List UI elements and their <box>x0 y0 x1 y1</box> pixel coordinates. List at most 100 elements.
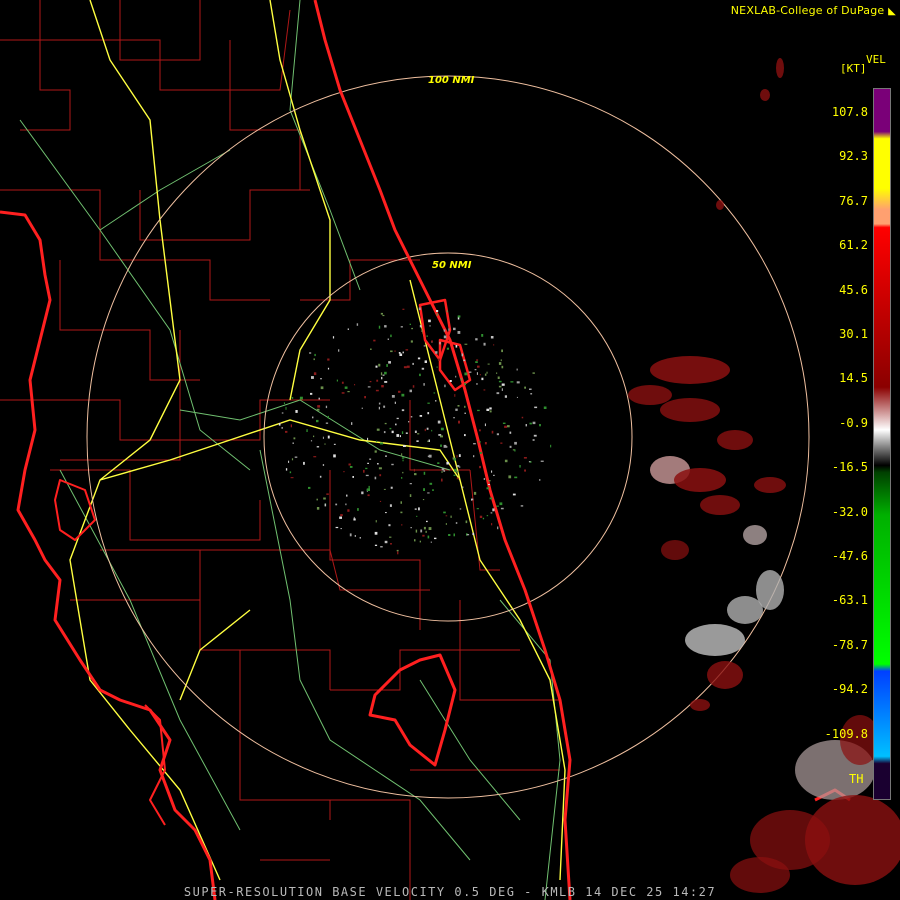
legend-tick: 61.2 <box>839 238 868 253</box>
credit-logo-icon: ◣ <box>888 6 896 17</box>
clutter-speckle <box>394 401 396 404</box>
clutter-speckle <box>348 463 351 466</box>
clutter-speckle <box>514 441 517 445</box>
clutter-speckle <box>481 334 484 337</box>
legend-tick: 92.3 <box>839 149 868 164</box>
clutter-speckle <box>417 357 421 360</box>
clutter-speckle <box>507 425 510 428</box>
clutter-speckle <box>416 440 419 442</box>
clutter-speckle <box>446 347 449 350</box>
legend-tick: -94.2 <box>831 682 868 697</box>
clutter-speckle <box>414 473 417 476</box>
clutter-speckle <box>519 465 521 468</box>
clutter-speckle <box>369 381 372 383</box>
clutter-speckle <box>380 372 383 376</box>
clutter-speckle <box>384 325 387 328</box>
clutter-speckle <box>324 503 327 507</box>
clutter-speckle <box>380 312 383 315</box>
clutter-speckle <box>317 405 321 408</box>
clutter-speckle <box>498 380 502 383</box>
clutter-speckle <box>521 416 524 419</box>
clutter-speckle <box>500 359 502 362</box>
clutter-speckle <box>472 532 475 536</box>
clutter-speckle <box>501 365 504 369</box>
clutter-speckle <box>436 366 438 368</box>
clutter-speckle <box>483 342 486 346</box>
clutter-speckle <box>479 465 481 469</box>
clutter-speckle <box>361 491 364 495</box>
clutter-speckle <box>464 412 466 414</box>
clutter-speckle <box>498 362 502 365</box>
clutter-speckle <box>306 429 308 432</box>
clutter-speckle <box>417 433 420 435</box>
clutter-speckle <box>443 329 446 332</box>
range-ring-label-100: 100 NMI <box>428 75 475 86</box>
clutter-speckle <box>453 327 456 331</box>
clutter-speckle <box>401 431 404 434</box>
clutter-speckle <box>384 422 387 425</box>
clutter-speckle <box>405 349 409 351</box>
clutter-speckle <box>374 544 378 546</box>
clutter-speckle <box>458 454 461 457</box>
clutter-speckle <box>391 395 395 398</box>
clutter-speckle <box>476 508 479 510</box>
clutter-speckle <box>285 430 288 433</box>
clutter-speckle <box>347 509 350 512</box>
clutter-speckle <box>491 523 493 526</box>
clutter-speckle <box>454 394 456 397</box>
clutter-speckle <box>356 323 359 326</box>
clutter-speckle <box>363 469 365 473</box>
clutter-speckle <box>365 467 368 470</box>
clutter-speckle <box>327 358 330 361</box>
clutter-speckle <box>367 386 371 388</box>
clutter-speckle <box>340 514 343 517</box>
clutter-speckle <box>532 372 535 374</box>
legend-tick: -63.1 <box>831 593 868 608</box>
clutter-speckle <box>290 424 292 428</box>
clutter-speckle <box>299 396 303 400</box>
clutter-speckle <box>290 477 294 479</box>
nexlab-credit: NEXLAB-College of DuPage ◣ <box>731 4 896 17</box>
clutter-speckle <box>479 451 482 454</box>
clutter-speckle <box>496 433 499 436</box>
clutter-speckle <box>349 466 353 468</box>
clutter-speckle <box>390 486 393 489</box>
clutter-speckle <box>472 499 474 502</box>
clutter-speckle <box>333 454 336 458</box>
clutter-speckle <box>464 383 466 386</box>
clutter-speckle <box>426 520 428 523</box>
clutter-speckle <box>525 424 527 427</box>
clutter-speckle <box>493 474 495 476</box>
legend-tick: 107.8 <box>831 105 868 119</box>
clutter-speckle <box>385 512 387 514</box>
legend-tick: -109.8 <box>824 726 868 741</box>
clutter-speckle <box>402 471 404 474</box>
clutter-speckle <box>336 379 338 382</box>
clutter-speckle <box>550 444 552 448</box>
clutter-speckle <box>463 359 466 362</box>
clutter-speckle <box>443 335 447 339</box>
clutter-speckle <box>501 388 503 391</box>
clutter-speckle <box>427 412 430 415</box>
clutter-speckle <box>453 474 456 476</box>
clutter-speckle <box>428 527 432 530</box>
clutter-speckle <box>390 543 392 545</box>
clutter-speckle <box>523 457 527 459</box>
clutter-speckle <box>335 526 339 529</box>
range-ring-label-50: 50 NMI <box>432 260 472 271</box>
clutter-speckle <box>424 428 426 432</box>
clutter-speckle <box>409 494 412 497</box>
clutter-speckle <box>457 331 461 334</box>
clutter-speckle <box>316 408 320 411</box>
clutter-speckle <box>464 405 466 408</box>
clutter-speckle <box>389 427 392 430</box>
clutter-speckle <box>483 389 486 391</box>
clutter-speckle <box>468 371 472 373</box>
clutter-speckle <box>423 383 425 386</box>
clutter-speckle <box>377 463 379 465</box>
clutter-speckle <box>320 378 322 380</box>
clutter-speckle <box>435 400 437 402</box>
clutter-speckle <box>353 518 356 521</box>
legend-tick: -47.6 <box>831 549 868 563</box>
clutter-speckle <box>322 464 325 466</box>
